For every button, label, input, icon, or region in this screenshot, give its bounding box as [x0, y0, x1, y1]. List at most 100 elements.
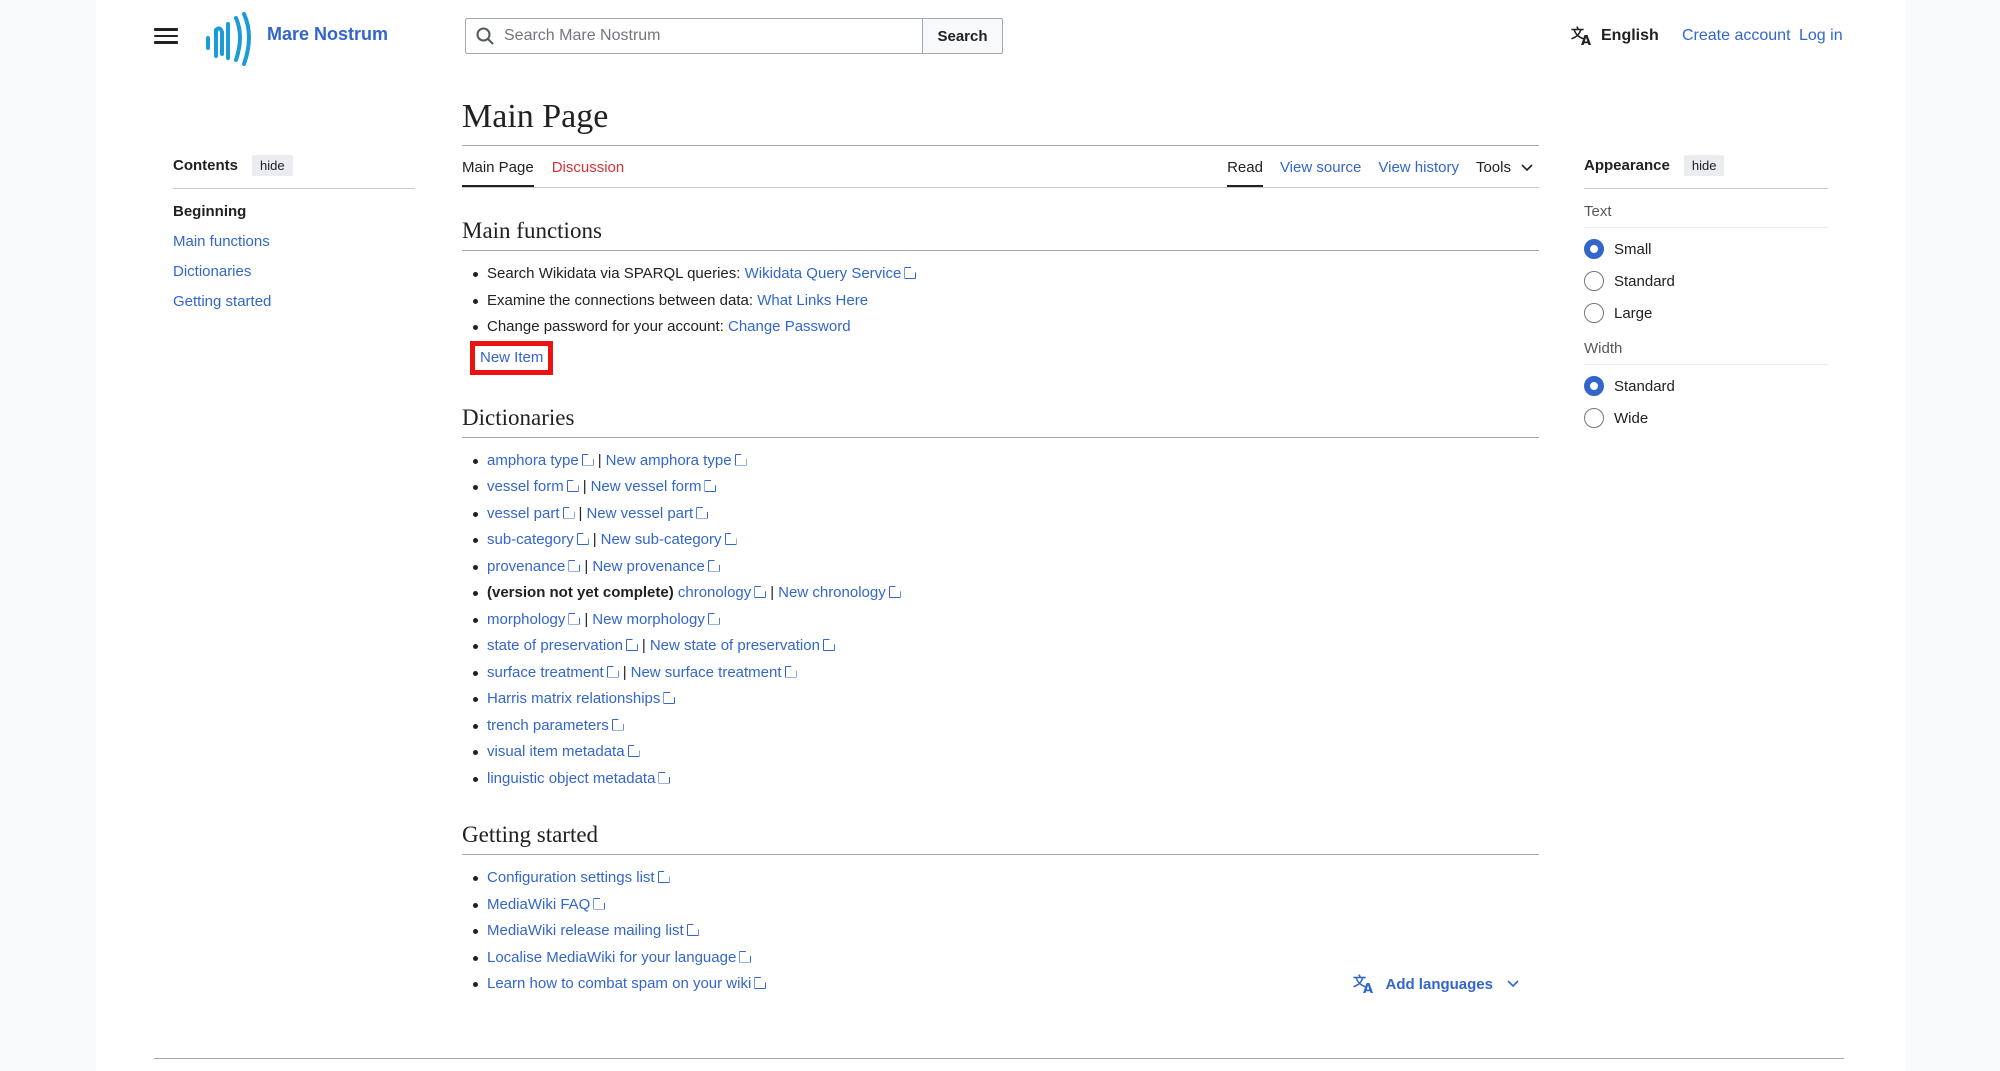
- table-of-contents: Contents hide Beginning Main functions D…: [173, 155, 415, 323]
- site-logo-icon[interactable]: [204, 8, 252, 66]
- section-getting-started: Getting started Configuration settings l…: [462, 822, 1539, 998]
- new-morphology-link[interactable]: New morphology: [592, 611, 720, 628]
- toc-item-main-functions[interactable]: Main functions: [173, 233, 415, 250]
- sub-category-link[interactable]: sub-category: [487, 531, 589, 548]
- login-link[interactable]: Log in: [1799, 27, 1843, 45]
- list-item: sub-category | New sub-category: [470, 527, 1539, 554]
- new-amphora-type-link[interactable]: New amphora type: [606, 452, 747, 469]
- radio-icon[interactable]: [1584, 303, 1604, 323]
- new-item-link[interactable]: New Item: [480, 349, 543, 366]
- list-item: MediaWiki FAQ: [470, 892, 1539, 919]
- version-note: (version not yet complete): [487, 584, 674, 601]
- radio-label: Small: [1614, 240, 1652, 258]
- vessel-part-link[interactable]: vessel part: [487, 505, 575, 522]
- new-sub-category-link[interactable]: New sub-category: [601, 531, 737, 548]
- toc-item-beginning[interactable]: Beginning: [173, 203, 415, 220]
- tab-discussion[interactable]: Discussion: [552, 159, 625, 187]
- trench-parameters-link[interactable]: trench parameters: [487, 717, 624, 734]
- tab-read[interactable]: Read: [1227, 159, 1263, 187]
- language-icon: 文 A: [1353, 974, 1373, 994]
- width-standard[interactable]: Standard: [1584, 375, 1828, 397]
- tab-view-history[interactable]: View history: [1378, 159, 1459, 187]
- list-item: trench parameters: [470, 713, 1539, 740]
- wikidata-query-service-link[interactable]: Wikidata Query Service: [745, 265, 917, 282]
- highlight-box: New Item: [470, 340, 554, 375]
- morphology-link[interactable]: morphology: [487, 611, 580, 628]
- new-surface-treatment-link[interactable]: New surface treatment: [631, 664, 797, 681]
- main-functions-list: Search Wikidata via SPARQL queries: Wiki…: [470, 261, 1539, 375]
- new-state-of-preservation-link[interactable]: New state of preservation: [650, 637, 835, 654]
- main-menu-button[interactable]: [154, 24, 178, 48]
- toc-item-getting-started[interactable]: Getting started: [173, 293, 415, 310]
- width-label: Width: [1584, 340, 1828, 365]
- list-item: amphora type | New amphora type: [470, 448, 1539, 475]
- mediawiki-faq-link[interactable]: MediaWiki FAQ: [487, 896, 605, 913]
- add-languages-button[interactable]: 文 A Add languages: [1353, 974, 1527, 994]
- list-item: visual item metadata: [470, 739, 1539, 766]
- radio-label: Standard: [1614, 272, 1675, 290]
- radio-checked-icon[interactable]: [1584, 239, 1604, 259]
- radio-icon[interactable]: [1584, 408, 1604, 428]
- tab-main-page[interactable]: Main Page: [462, 159, 534, 187]
- list-item: MediaWiki release mailing list: [470, 918, 1539, 945]
- language-label: English: [1601, 27, 1659, 44]
- localise-mediawiki-link[interactable]: Localise MediaWiki for your language: [487, 949, 751, 966]
- radio-checked-icon[interactable]: [1584, 376, 1604, 396]
- vessel-form-link[interactable]: vessel form: [487, 478, 579, 495]
- footer-divider: [154, 1058, 1844, 1059]
- tools-dropdown[interactable]: Tools: [1476, 159, 1533, 187]
- amphora-type-link[interactable]: amphora type: [487, 452, 594, 469]
- width-wide[interactable]: Wide: [1584, 407, 1828, 429]
- provenance-link[interactable]: provenance: [487, 558, 580, 575]
- text-size-label: Text: [1584, 203, 1828, 228]
- search-button[interactable]: Search: [923, 18, 1003, 54]
- what-links-here-link[interactable]: What Links Here: [757, 292, 868, 309]
- chevron-down-icon: [1521, 163, 1533, 171]
- list-item: vessel part | New vessel part: [470, 501, 1539, 528]
- state-of-preservation-link[interactable]: state of preservation: [487, 637, 638, 654]
- list-item: state of preservation | New state of prese…: [470, 633, 1539, 660]
- text-size-group: Text Small Standard Large: [1584, 203, 1828, 324]
- site-name[interactable]: Mare Nostrum: [267, 24, 388, 45]
- appearance-hide-button[interactable]: hide: [1683, 155, 1725, 176]
- language-button[interactable]: 文 A English: [1571, 26, 1659, 46]
- create-account-link[interactable]: Create account: [1682, 27, 1791, 45]
- linguistic-object-metadata-link[interactable]: linguistic object metadata: [487, 770, 670, 787]
- svg-text:A: A: [1581, 34, 1591, 46]
- toc-item-dictionaries[interactable]: Dictionaries: [173, 263, 415, 280]
- new-chronology-link[interactable]: New chronology: [778, 584, 901, 601]
- list-item: vessel form | New vessel form: [470, 474, 1539, 501]
- change-password-link[interactable]: Change Password: [728, 318, 851, 335]
- svg-text:A: A: [1363, 982, 1373, 994]
- surface-treatment-link[interactable]: surface treatment: [487, 664, 619, 681]
- toc-hide-button[interactable]: hide: [252, 155, 293, 176]
- radio-icon[interactable]: [1584, 271, 1604, 291]
- dictionaries-list: amphora type | New amphora type vessel for…: [470, 448, 1539, 793]
- item-text: Examine the connections between data:: [487, 291, 754, 309]
- page-tabs: Main Page Discussion Read View source Vi…: [462, 146, 1539, 188]
- list-item: New Item: [470, 340, 1539, 375]
- search-input[interactable]: [504, 27, 904, 45]
- hamburger-icon-bar: [154, 41, 178, 44]
- list-item: Examine the connections between data: Wh…: [470, 288, 1539, 315]
- text-size-small[interactable]: Small: [1584, 238, 1828, 260]
- new-provenance-link[interactable]: New provenance: [592, 558, 720, 575]
- chronology-link[interactable]: chronology: [678, 584, 766, 601]
- list-item: Localise MediaWiki for your language: [470, 945, 1539, 972]
- search-icon: [476, 27, 494, 45]
- text-size-standard[interactable]: Standard: [1584, 270, 1828, 292]
- text-size-large[interactable]: Large: [1584, 302, 1828, 324]
- appearance-title: Appearance: [1584, 157, 1670, 174]
- hamburger-icon-bar: [154, 34, 178, 37]
- search-box[interactable]: [465, 18, 923, 54]
- search-form: Search: [465, 18, 1003, 54]
- appearance-header: Appearance hide: [1584, 155, 1828, 189]
- config-settings-link[interactable]: Configuration settings list: [487, 869, 670, 886]
- harris-matrix-link[interactable]: Harris matrix relationships: [487, 690, 675, 707]
- visual-item-metadata-link[interactable]: visual item metadata: [487, 743, 640, 760]
- combat-spam-link[interactable]: Learn how to combat spam on your wiki: [487, 975, 766, 992]
- new-vessel-part-link[interactable]: New vessel part: [586, 505, 708, 522]
- new-vessel-form-link[interactable]: New vessel form: [591, 478, 717, 495]
- release-mailing-list-link[interactable]: MediaWiki release mailing list: [487, 922, 699, 939]
- tab-view-source[interactable]: View source: [1280, 159, 1361, 187]
